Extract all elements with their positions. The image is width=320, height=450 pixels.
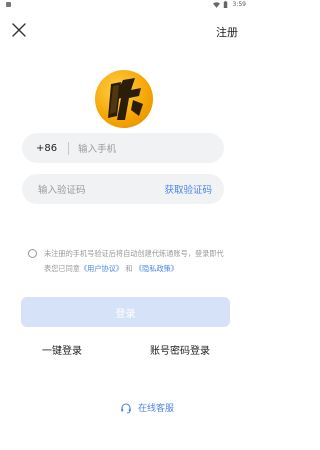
password-login-button[interactable]: 账号密码登录	[150, 342, 210, 357]
agreement: 未注册的手机号验证后将自动创建代练通账号，登录即代表您已同意《用户协议》 和 《…	[28, 246, 228, 276]
agreement-and: 和	[125, 264, 133, 273]
online-service-button[interactable]: 在线客服	[120, 401, 174, 414]
get-code-button[interactable]: 获取验证码	[164, 182, 212, 196]
notification-icon	[6, 2, 11, 7]
headset-icon	[121, 402, 131, 413]
logo-icon	[108, 78, 143, 120]
one-click-login-button[interactable]: 一键登录	[42, 342, 82, 357]
phone-input[interactable]: 输入手机	[78, 141, 116, 155]
user-agreement-link[interactable]: 《用户协议》	[80, 264, 123, 273]
agreement-text: 未注册的手机号验证后将自动创建代练通账号，登录即代表您已同意	[44, 249, 224, 273]
divider	[68, 141, 70, 155]
app-logo	[95, 70, 153, 128]
verification-code-input[interactable]: 输入验证码	[38, 182, 164, 196]
close-icon	[12, 23, 26, 37]
battery-icon	[223, 1, 228, 8]
status-bar: 3:59	[0, 0, 250, 10]
status-icons	[213, 1, 228, 8]
register-button[interactable]: 注册	[216, 24, 238, 40]
verification-code-field[interactable]: 输入验证码 获取验证码	[22, 174, 224, 204]
wifi-icon	[213, 1, 220, 8]
online-service-label: 在线客服	[138, 404, 175, 414]
close-button[interactable]	[11, 22, 27, 38]
status-time: 3:59	[232, 1, 246, 8]
country-code[interactable]: +86	[36, 143, 57, 154]
agree-checkbox[interactable]	[28, 249, 37, 258]
privacy-policy-link[interactable]: 《隐私政策》	[135, 264, 178, 273]
login-button[interactable]: 登录	[21, 297, 230, 327]
phone-field[interactable]: +86 输入手机	[22, 133, 224, 163]
